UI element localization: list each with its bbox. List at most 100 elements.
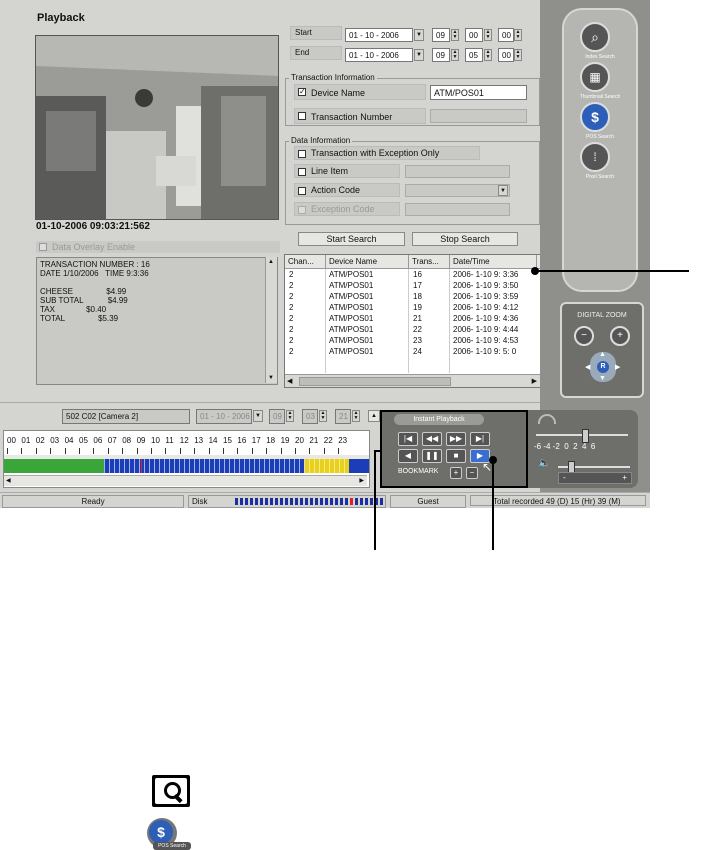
speed-slider-thumb[interactable]: [582, 429, 589, 443]
overlay-scrollbar[interactable]: ▲ ▼: [265, 257, 277, 383]
device-name-checkbox[interactable]: ✓: [298, 88, 306, 96]
chevron-down-icon[interactable]: ▼: [498, 185, 508, 196]
scroll-right-icon[interactable]: ▶: [359, 477, 364, 484]
device-name-input[interactable]: ATM/POS01: [430, 85, 527, 100]
table-row[interactable]: 2 ATM/POS01 17 2006- 1-10 9: 3:50: [285, 280, 541, 291]
spin-icon[interactable]: ▲ ▼: [352, 410, 360, 422]
bookmark-add-button[interactable]: +: [450, 467, 462, 479]
action-code-checkbox[interactable]: [298, 187, 306, 195]
exception-only-row[interactable]: Transaction with Exception Only: [294, 146, 480, 160]
start-search-button[interactable]: Start Search: [298, 232, 405, 246]
overlay-text-box[interactable]: TRANSACTION NUMBER : 16 DATE 1/10/2006 T…: [36, 257, 278, 385]
reverse-play-button[interactable]: ◀: [398, 449, 418, 463]
scroll-right-icon[interactable]: ▶: [532, 377, 537, 385]
exception-code-row[interactable]: Exception Code: [294, 202, 400, 216]
end-hour-field[interactable]: 09: [432, 48, 450, 62]
spin-icon[interactable]: ▲ ▼: [319, 410, 327, 422]
pause-button[interactable]: ❚❚: [422, 449, 442, 463]
stop-search-button[interactable]: Stop Search: [412, 232, 518, 246]
table-row[interactable]: 2 ATM/POS01 19 2006- 1-10 9: 4:12: [285, 302, 541, 313]
exception-only-checkbox[interactable]: [298, 150, 306, 158]
stop-button[interactable]: ■: [446, 449, 466, 463]
camera-select[interactable]: 502 C02 [Camera 2]: [62, 409, 190, 424]
table-row[interactable]: 2 ATM/POS01 23 2006- 1-10 9: 4:53: [285, 335, 541, 346]
skip-end-button[interactable]: ▶|: [470, 432, 490, 446]
zoom-dpad[interactable]: ▲ ◀ ▶ ▼ R: [585, 351, 620, 382]
table-row[interactable]: 2 ATM/POS01 22 2006- 1-10 9: 4:44: [285, 324, 541, 335]
timeline-hour-field[interactable]: 09: [269, 409, 285, 424]
thumbnail-search-button[interactable]: ▦: [580, 62, 610, 92]
table-row[interactable]: 2 ATM/POS01 18 2006- 1-10 9: 3:59: [285, 291, 541, 302]
arrow-down-icon[interactable]: ▼: [599, 375, 606, 382]
column-header[interactable]: Trans...: [412, 257, 439, 266]
spin-icon[interactable]: ▲ ▼: [514, 29, 522, 41]
start-date-field[interactable]: 01 - 10 - 2006: [345, 28, 413, 42]
spin-icon[interactable]: ▲ ▼: [514, 49, 522, 61]
scroll-thumb[interactable]: [299, 377, 451, 386]
timeline-position-marker[interactable]: [141, 459, 142, 473]
chevron-down-icon[interactable]: ▼: [414, 49, 424, 61]
arrow-up-icon[interactable]: ▲: [599, 351, 606, 358]
table-row[interactable]: 2 ATM/POS01 16 2006- 1-10 9: 3:36: [285, 269, 541, 280]
end-date-field[interactable]: 01 - 10 - 2006: [345, 48, 413, 62]
scroll-up-icon[interactable]: ▲: [268, 259, 274, 265]
line-item-checkbox[interactable]: [298, 168, 306, 176]
speed-slider[interactable]: [536, 429, 628, 443]
start-hour-field[interactable]: 09: [432, 28, 450, 42]
scroll-left-icon[interactable]: ◀: [6, 477, 11, 484]
exception-code-checkbox[interactable]: [298, 206, 306, 214]
spin-icon[interactable]: ▲ ▼: [451, 29, 459, 41]
action-code-select[interactable]: ▼: [405, 184, 510, 197]
table-row[interactable]: 2 ATM/POS01 24 2006- 1-10 9: 5: 0: [285, 346, 541, 357]
timeline[interactable]: 00 01 02 03 04 05 06 07 08 09 10 11 12 13 14 15 16 17 18 19…: [3, 430, 370, 488]
spin-icon[interactable]: ▲ ▼: [286, 410, 294, 422]
action-code-row[interactable]: Action Code: [294, 183, 400, 197]
transaction-number-input[interactable]: [430, 109, 527, 123]
column-header[interactable]: Date/Time: [453, 257, 490, 266]
zoom-out-button[interactable]: −: [574, 326, 594, 346]
start-second-field[interactable]: 00: [498, 28, 514, 42]
zoom-reset-button[interactable]: R: [597, 361, 609, 373]
chevron-down-icon[interactable]: ▼: [253, 410, 263, 422]
fast-forward-button[interactable]: ▶▶: [446, 432, 466, 446]
table-hscrollbar[interactable]: ◀ ▶: [285, 374, 541, 387]
start-minute-field[interactable]: 00: [465, 28, 483, 42]
data-overlay-checkbox[interactable]: [39, 243, 47, 251]
device-name-row[interactable]: ✓ Device Name: [294, 84, 426, 100]
timeline-expand-button[interactable]: ▲: [368, 410, 380, 422]
pos-search-label: POS Search: [586, 134, 614, 140]
bookmark-remove-button[interactable]: −: [466, 467, 478, 479]
arrow-left-icon[interactable]: ◀: [585, 363, 590, 371]
arrow-right-icon[interactable]: ▶: [615, 363, 620, 371]
volume-slider[interactable]: [558, 461, 630, 475]
timeline-scrollbar[interactable]: ◀ ▶: [4, 475, 367, 486]
spin-icon[interactable]: ▲ ▼: [484, 29, 492, 41]
exception-code-input[interactable]: [405, 203, 510, 216]
scroll-left-icon[interactable]: ◀: [287, 377, 292, 385]
pixel-search-button[interactable]: ⁞: [580, 142, 610, 172]
timeline-second-field[interactable]: 21: [335, 409, 351, 424]
column-header[interactable]: Device Name: [329, 257, 377, 266]
index-search-button[interactable]: ⌕: [580, 22, 610, 52]
column-header[interactable]: Chan...: [288, 257, 314, 266]
video-frame[interactable]: [35, 35, 279, 220]
pos-search-button[interactable]: $: [580, 102, 610, 132]
end-second-field[interactable]: 00: [498, 48, 514, 62]
scroll-down-icon[interactable]: ▼: [268, 375, 274, 381]
line-item-row[interactable]: Line Item: [294, 164, 400, 178]
rewind-button[interactable]: ◀◀: [422, 432, 442, 446]
transaction-number-row[interactable]: Transaction Number: [294, 108, 426, 124]
transaction-number-checkbox[interactable]: [298, 112, 306, 120]
spin-icon[interactable]: ▲ ▼: [451, 49, 459, 61]
spin-icon[interactable]: ▲ ▼: [484, 49, 492, 61]
skip-start-button[interactable]: |◀: [398, 432, 418, 446]
table-row[interactable]: 2 ATM/POS01 21 2006- 1-10 9: 4:36: [285, 313, 541, 324]
zoom-in-button[interactable]: +: [610, 326, 630, 346]
timeline-recording-bar[interactable]: [4, 459, 369, 473]
end-minute-field[interactable]: 05: [465, 48, 483, 62]
chevron-down-icon[interactable]: ▼: [414, 29, 424, 41]
line-item-input[interactable]: [405, 165, 510, 178]
timeline-date-field[interactable]: 01 - 10 - 2006: [196, 409, 252, 424]
data-overlay-toggle[interactable]: Data Overlay Enable: [36, 241, 280, 253]
timeline-minute-field[interactable]: 03: [302, 409, 318, 424]
